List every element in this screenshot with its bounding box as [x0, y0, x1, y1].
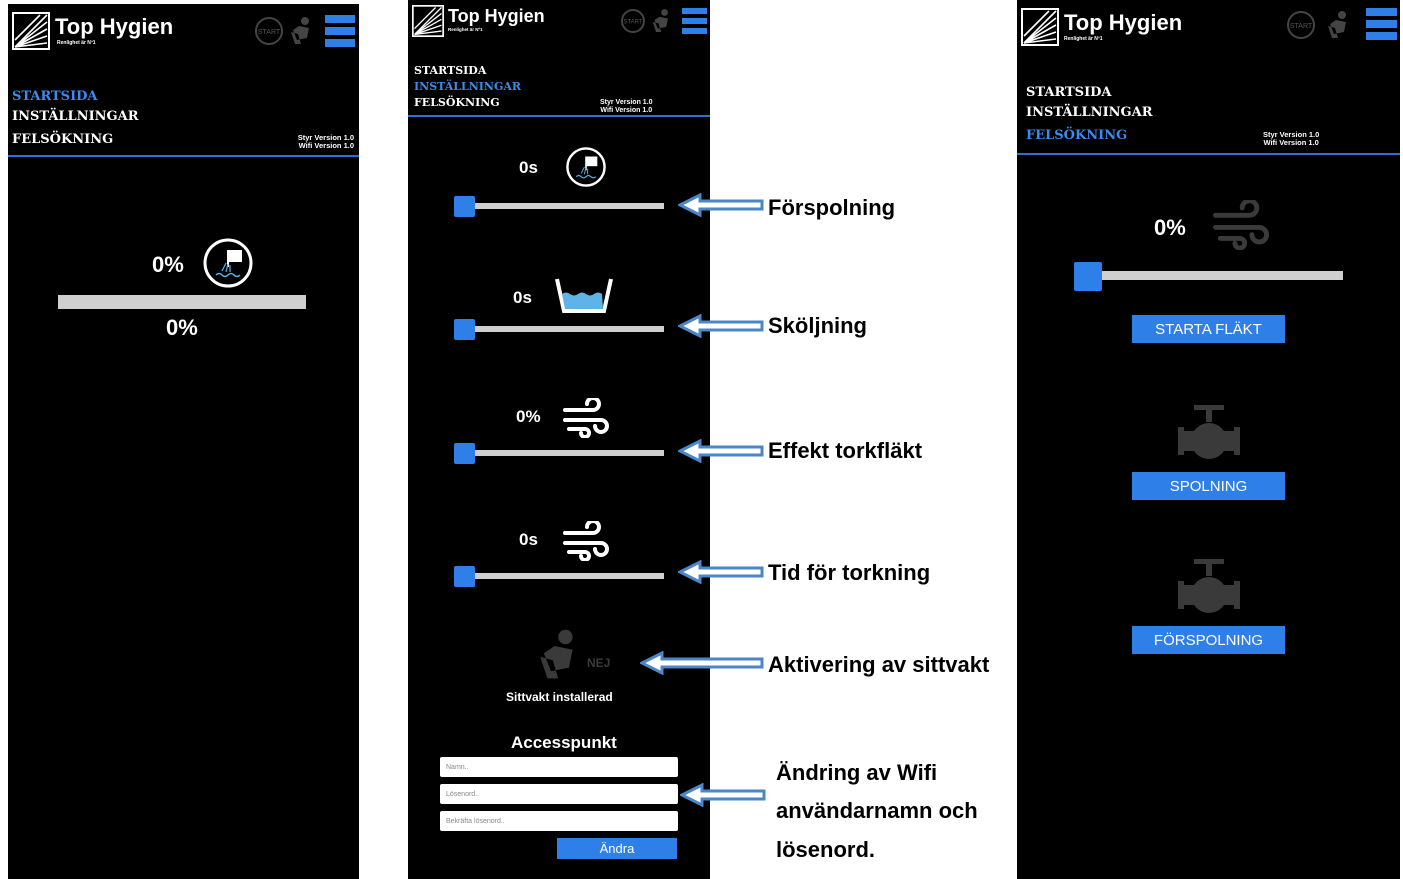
callout-skoljning: Sköljning	[768, 313, 867, 338]
header-divider	[8, 155, 359, 157]
flush-button[interactable]: SPOLNING	[1132, 472, 1285, 500]
header-divider	[408, 115, 710, 117]
svg-text:START: START	[258, 29, 281, 36]
app-subtitle: Renlighet är Nº1	[448, 27, 483, 32]
wifi-version: Wifi Version 1.0	[600, 107, 653, 114]
wifi-name-input[interactable]: Namn..	[440, 757, 678, 777]
nav-installningar[interactable]: INSTÄLLNINGAR	[1026, 105, 1153, 120]
version-info: Styr Version 1.0 Wifi Version 1.0	[600, 99, 653, 115]
flush-percent: 0%	[152, 252, 184, 277]
tid-value: 0s	[519, 530, 538, 549]
screen-startsida: Top Hygien Renlighet är Nº1 START STARTS…	[8, 4, 359, 879]
seat-guard-label: Sittvakt installerad	[506, 690, 613, 704]
flush-icon	[202, 237, 254, 294]
start-fan-button[interactable]: STARTA FLÄKT	[1132, 315, 1285, 343]
start-icon[interactable]: START	[254, 16, 284, 51]
hamburger-menu-icon[interactable]	[325, 15, 355, 53]
tid-slider-track[interactable]	[466, 573, 664, 579]
logo-mark-icon	[12, 12, 50, 50]
valve-icon	[1174, 403, 1244, 468]
seat-guard-state: NEJ	[587, 656, 611, 670]
nav-startsida[interactable]: STARTSIDA	[1026, 85, 1112, 100]
skoljning-slider-thumb[interactable]	[454, 319, 475, 340]
forspolning-slider-track[interactable]	[466, 203, 664, 209]
change-wifi-button[interactable]: Ändra	[557, 838, 677, 859]
app-title: Top Hygien	[55, 14, 174, 39]
arrow-tid	[678, 560, 764, 584]
fan-slider-track[interactable]	[1081, 271, 1343, 280]
effekt-slider-track[interactable]	[466, 450, 664, 456]
logo-mark-icon	[1021, 8, 1059, 46]
nav-installningar[interactable]: INSTÄLLNINGAR	[414, 80, 521, 93]
nav-startsida[interactable]: STARTSIDA	[12, 89, 98, 104]
nav-felsokning[interactable]: FELSÖKNING	[414, 96, 500, 109]
styr-version: Styr Version 1.0	[600, 99, 653, 106]
seat-guard-icon[interactable]	[651, 8, 673, 39]
arrow-forspolning	[678, 193, 764, 217]
forspolning-value: 0s	[519, 158, 538, 177]
version-info: Styr Version 1.0 Wifi Version 1.0	[1263, 131, 1319, 147]
callout-wifi-line1: Ändring av Wifi	[776, 760, 938, 785]
app-subtitle: Renlighet är Nº1	[57, 40, 96, 46]
valve-icon	[1174, 557, 1244, 622]
app-logo: Top Hygien Renlighet är Nº1	[412, 5, 545, 37]
seat-guard-icon[interactable]	[289, 16, 315, 51]
water-basin-icon	[554, 276, 614, 319]
forspolning-slider-thumb[interactable]	[454, 196, 475, 217]
app-title: Top Hygien	[448, 6, 545, 26]
progress-percent: 0%	[166, 315, 198, 340]
flush-icon	[565, 146, 607, 193]
callout-forspolning: Förspolning	[768, 195, 896, 220]
seat-guard-icon[interactable]	[1326, 10, 1352, 45]
version-info: Styr Version 1.0 Wifi Version 1.0	[298, 134, 354, 150]
hamburger-menu-icon[interactable]	[1366, 8, 1397, 46]
skoljning-value: 0s	[513, 288, 532, 307]
nav-startsida[interactable]: STARTSIDA	[414, 64, 486, 77]
callout-wifi-line2: användarnamn och	[776, 798, 978, 823]
fan-slider-thumb[interactable]	[1074, 262, 1102, 291]
wifi-version: Wifi Version 1.0	[1263, 138, 1319, 147]
seat-guard-toggle[interactable]	[536, 628, 584, 687]
arrow-effekt	[678, 439, 764, 463]
start-icon[interactable]: START	[1286, 10, 1316, 45]
nav-felsokning[interactable]: FELSÖKNING	[1026, 128, 1127, 143]
app-subtitle: Renlighet är Nº1	[1064, 36, 1103, 42]
callout-effekt: Effekt torkfläkt	[768, 438, 923, 463]
logo-mark-icon	[412, 5, 444, 37]
svg-text:START: START	[623, 20, 642, 26]
screen-felsokning: Top Hygien Renlighet är Nº1 START STARTS…	[1017, 0, 1400, 879]
access-point-title: Accesspunkt	[511, 733, 617, 752]
screen-installningar: Top Hygien Renlighet är Nº1 START STARTS…	[408, 0, 710, 879]
hamburger-menu-icon[interactable]	[682, 8, 707, 39]
wifi-version: Wifi Version 1.0	[298, 141, 354, 150]
app-title: Top Hygien	[1064, 10, 1183, 35]
callout-wifi-line3: lösenord.	[776, 837, 876, 862]
callout-tid: Tid för torkning	[768, 560, 931, 585]
app-logo: Top Hygien Renlighet är Nº1	[12, 12, 173, 50]
wind-icon	[563, 396, 609, 443]
wifi-password-input[interactable]: Lösenord..	[440, 784, 678, 804]
start-icon[interactable]: START	[620, 8, 646, 39]
wind-icon	[563, 519, 609, 566]
callout-aktivering: Aktivering av sittvakt	[768, 652, 990, 677]
fan-percent: 0%	[1154, 215, 1186, 240]
arrow-skoljning	[678, 314, 764, 338]
skoljning-slider-track[interactable]	[466, 326, 664, 332]
effekt-slider-thumb[interactable]	[454, 443, 475, 464]
wifi-confirm-password-input[interactable]: Bekräfta lösenord..	[440, 811, 678, 831]
nav-installningar[interactable]: INSTÄLLNINGAR	[12, 109, 139, 124]
nav-felsokning[interactable]: FELSÖKNING	[12, 132, 113, 147]
app-logo: Top Hygien Renlighet är Nº1	[1021, 8, 1182, 46]
arrow-aktivering	[640, 651, 764, 675]
progress-bar	[58, 295, 306, 309]
arrow-wifi	[680, 783, 766, 807]
tid-slider-thumb[interactable]	[454, 566, 475, 587]
svg-text:START: START	[1290, 23, 1313, 30]
effekt-value: 0%	[516, 407, 541, 426]
preflush-button[interactable]: FÖRSPOLNING	[1132, 626, 1285, 654]
fan-wind-icon	[1213, 198, 1269, 255]
header-divider	[1017, 153, 1400, 155]
